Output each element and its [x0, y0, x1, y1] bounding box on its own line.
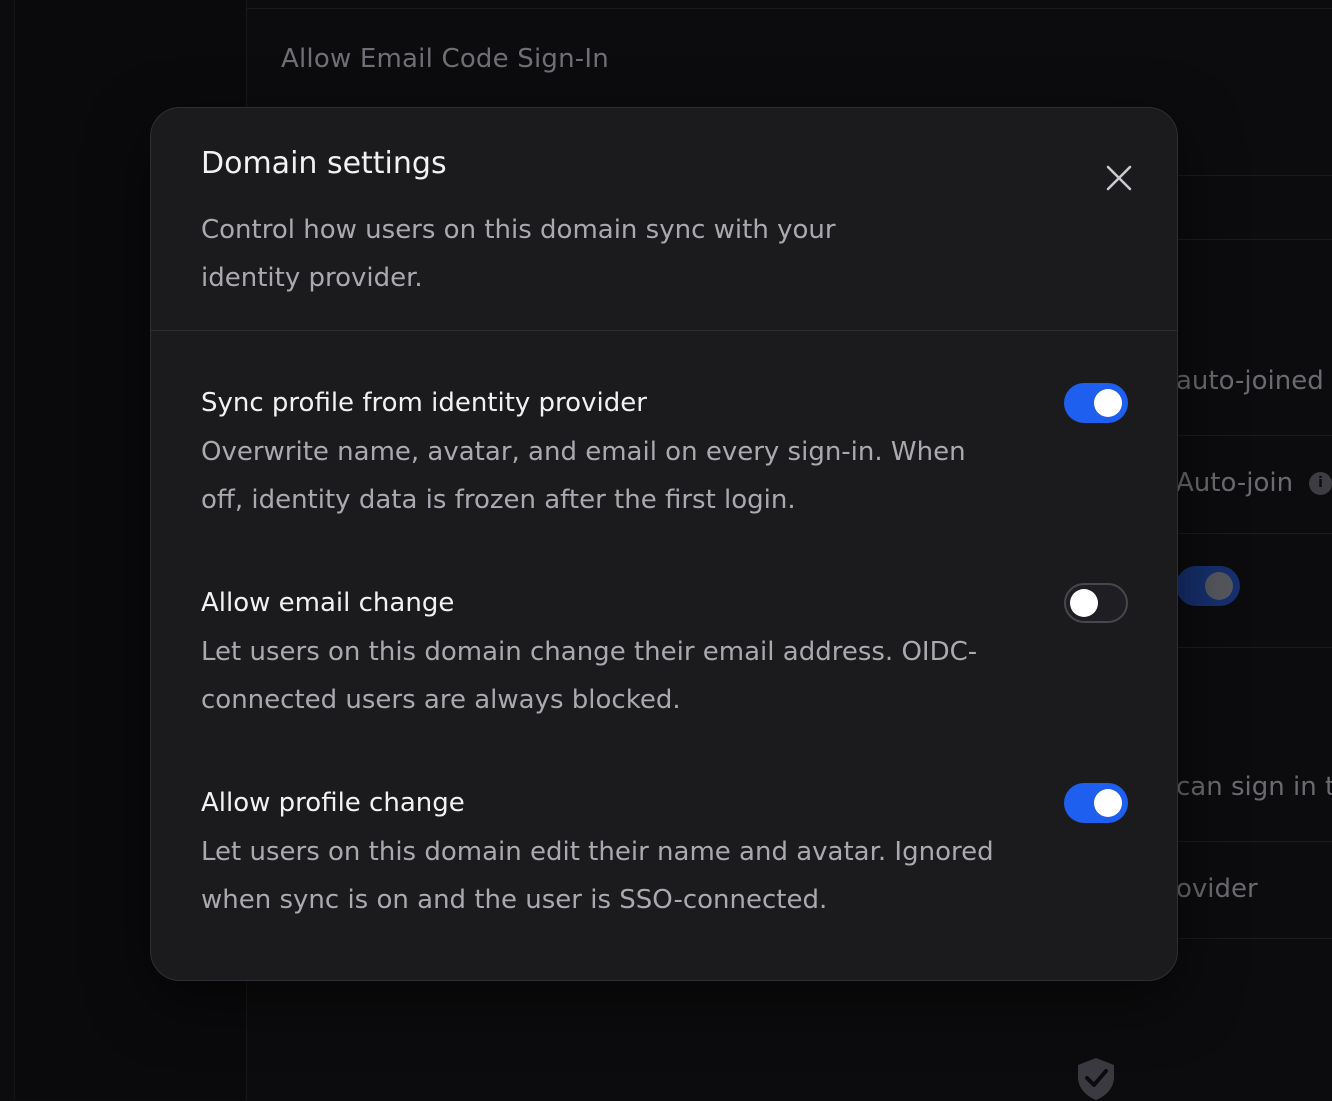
shield-check-icon: [1073, 1055, 1119, 1101]
auto-join-toggle[interactable]: [1176, 566, 1240, 606]
divider: [1176, 938, 1332, 939]
divider: [1176, 647, 1332, 648]
setting-title: Sync profile from identity provider: [201, 388, 647, 418]
sync-profile-toggle[interactable]: [1064, 383, 1128, 423]
section-title: Allow Email Code Sign-In: [281, 44, 609, 74]
divider: [1176, 175, 1332, 176]
divider: [1176, 239, 1332, 240]
divider: [1176, 435, 1332, 436]
toggle-knob: [1205, 572, 1233, 600]
setting-description: Let users on this domain edit their name…: [201, 828, 1001, 924]
setting-description: Let users on this domain change their em…: [201, 628, 1001, 724]
background-text: auto-joined a: [1176, 366, 1332, 396]
background-text: can sign in th: [1176, 772, 1332, 802]
setting-title: Allow profile change: [201, 788, 465, 818]
setting-description: Overwrite name, avatar, and email on eve…: [201, 428, 1001, 524]
setting-title: Allow email change: [201, 588, 454, 618]
divider: [1176, 533, 1332, 534]
toggle-knob: [1094, 389, 1122, 417]
info-icon: i: [1309, 472, 1332, 495]
toggle-knob: [1070, 589, 1098, 617]
allow-profile-change-toggle[interactable]: [1064, 783, 1128, 823]
modal-header: Domain settings Control how users on thi…: [151, 108, 1177, 331]
domain-settings-modal: Domain settings Control how users on thi…: [150, 107, 1178, 981]
toggle-knob: [1094, 789, 1122, 817]
modal-title: Domain settings: [201, 146, 447, 181]
divider: [247, 8, 1332, 9]
allow-email-change-toggle[interactable]: [1064, 583, 1128, 623]
auto-join-label: Auto-join: [1176, 468, 1293, 498]
modal-description: Control how users on this domain sync wi…: [201, 206, 901, 302]
divider: [1176, 841, 1332, 842]
close-icon[interactable]: [1099, 158, 1139, 198]
background-text: ovider: [1176, 874, 1258, 904]
